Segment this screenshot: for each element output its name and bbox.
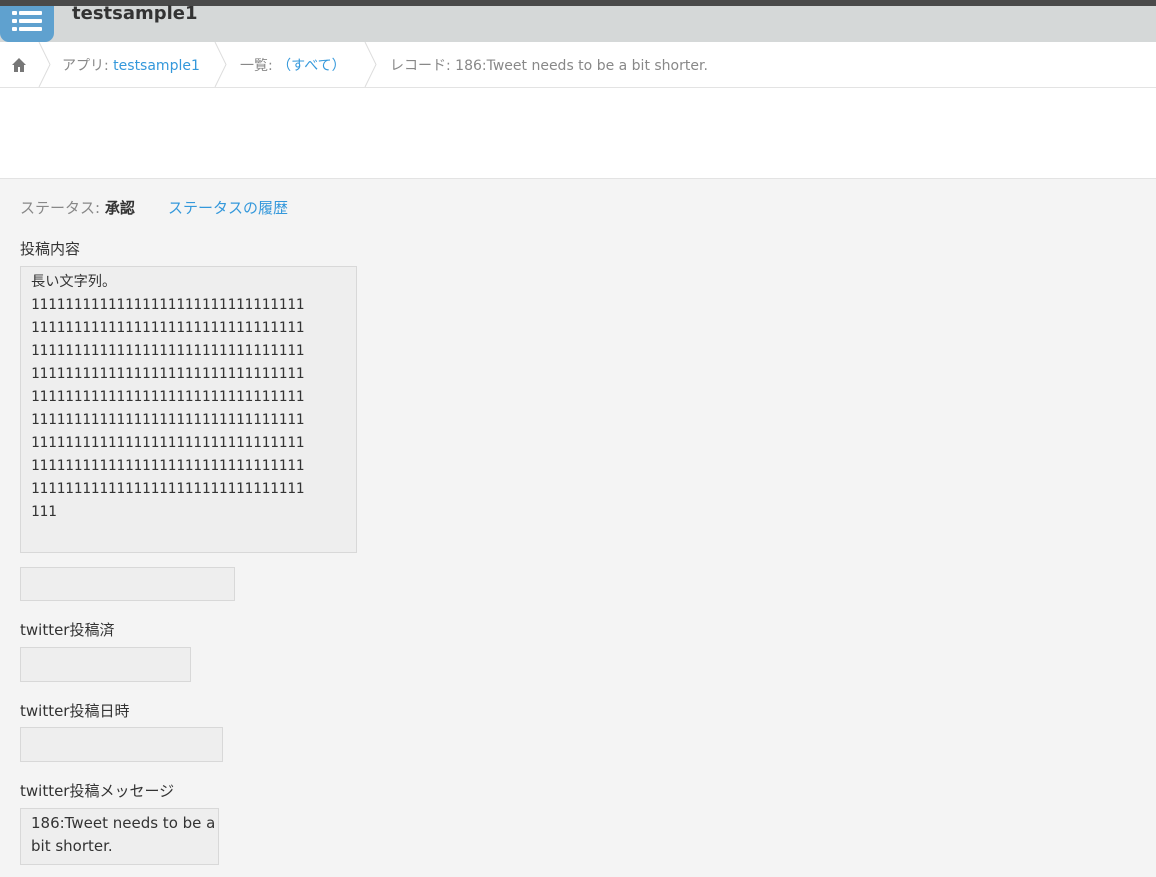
toolbar-area — [0, 88, 1156, 179]
status-label: ステータス: — [20, 199, 105, 217]
chevron-right-icon — [38, 42, 51, 87]
app-header: testsample1 — [0, 3, 1156, 42]
breadcrumb-list: 一覧: （すべて） — [240, 55, 346, 75]
breadcrumb-list-link[interactable]: （すべて） — [277, 58, 345, 74]
breadcrumb-app: アプリ: testsample1 — [62, 55, 200, 75]
status-history-link[interactable]: ステータスの履歴 — [168, 197, 288, 218]
app-title: testsample1 — [72, 3, 198, 24]
list-icon[interactable] — [0, 6, 54, 42]
home-icon[interactable] — [10, 56, 28, 74]
blank-field — [20, 567, 235, 601]
content-field: 長い文字列。 11111111111111111111111111111111 … — [20, 266, 357, 553]
status-row: ステータス: 承認 — [20, 197, 135, 218]
breadcrumb-app-link[interactable]: testsample1 — [113, 58, 200, 74]
message-field-value: 186:Tweet needs to be a bit shorter. — [31, 814, 216, 855]
content-field-value: 長い文字列。 11111111111111111111111111111111 … — [31, 274, 305, 520]
posted-at-field-label: twitter投稿日時 — [20, 702, 130, 720]
breadcrumb-list-prefix: 一覧: — [240, 58, 278, 74]
breadcrumb: アプリ: testsample1 一覧: （すべて） レコード: 186:Twe… — [0, 42, 1156, 88]
posted-field — [20, 647, 191, 682]
status-value: 承認 — [104, 199, 135, 217]
message-field: 186:Tweet needs to be a bit shorter. — [20, 808, 219, 865]
content-field-label: 投稿内容 — [20, 240, 81, 258]
posted-field-label: twitter投稿済 — [20, 621, 115, 639]
breadcrumb-record: レコード: 186:Tweet needs to be a bit shorte… — [390, 58, 708, 74]
posted-at-field — [20, 727, 223, 762]
message-field-label: twitter投稿メッセージ — [20, 782, 175, 800]
breadcrumb-app-prefix: アプリ: — [62, 58, 114, 74]
chevron-right-icon — [214, 42, 227, 87]
chevron-right-icon — [364, 42, 377, 87]
